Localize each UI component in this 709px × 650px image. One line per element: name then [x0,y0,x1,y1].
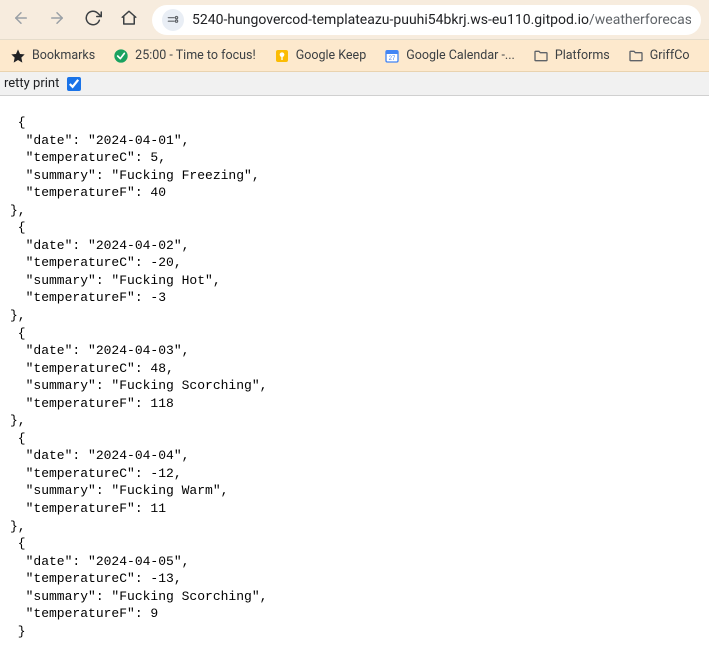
address-text: 5240-hungovercod-templateazu-puuhi54bkrj… [192,12,691,28]
bookmark-platforms[interactable]: Platforms [533,48,610,64]
pretty-print-checkbox[interactable] [67,77,81,91]
bookmark-label: Platforms [555,48,610,63]
bookmark-label: Google Calendar -... [406,48,515,63]
svg-text:27: 27 [389,56,396,62]
pretty-print-label: retty print [4,76,59,91]
bookmark-griffco[interactable]: GriffCo [628,48,690,64]
arrow-right-icon [48,9,66,31]
bookmark-label: 25:00 - Time to focus! [135,48,256,63]
address-bar[interactable]: 5240-hungovercod-templateazu-puuhi54bkrj… [152,5,701,35]
home-icon [120,9,138,31]
bookmark-label: GriffCo [650,48,690,63]
arrow-left-icon [12,9,30,31]
bookmark-keep[interactable]: Google Keep [274,48,367,64]
browser-toolbar: 5240-hungovercod-templateazu-puuhi54bkrj… [0,0,709,40]
json-body: { "date": "2024-04-01", "temperatureC": … [0,96,709,650]
star-icon [10,48,26,64]
bookmark-calendar[interactable]: 27 Google Calendar -... [384,48,515,64]
address-path: /weatherforecast [589,12,691,28]
check-circle-icon [113,48,129,64]
site-info-icon[interactable] [162,9,184,31]
home-button[interactable] [116,7,142,33]
bookmarks-bar: Bookmarks 25:00 - Time to focus! Google … [0,40,709,72]
bookmarks-root-label: Bookmarks [32,48,95,63]
folder-icon [533,48,549,64]
pretty-print-bar: retty print [0,72,709,96]
keep-icon [274,48,290,64]
bookmark-label: Google Keep [296,48,367,63]
bookmarks-root[interactable]: Bookmarks [10,48,95,64]
reload-button[interactable] [80,7,106,33]
folder-icon [628,48,644,64]
bookmark-focus[interactable]: 25:00 - Time to focus! [113,48,256,64]
address-host: 5240-hungovercod-templateazu-puuhi54bkrj… [192,12,589,28]
back-button[interactable] [8,7,34,33]
forward-button[interactable] [44,7,70,33]
calendar-icon: 27 [384,48,400,64]
reload-icon [84,9,102,31]
